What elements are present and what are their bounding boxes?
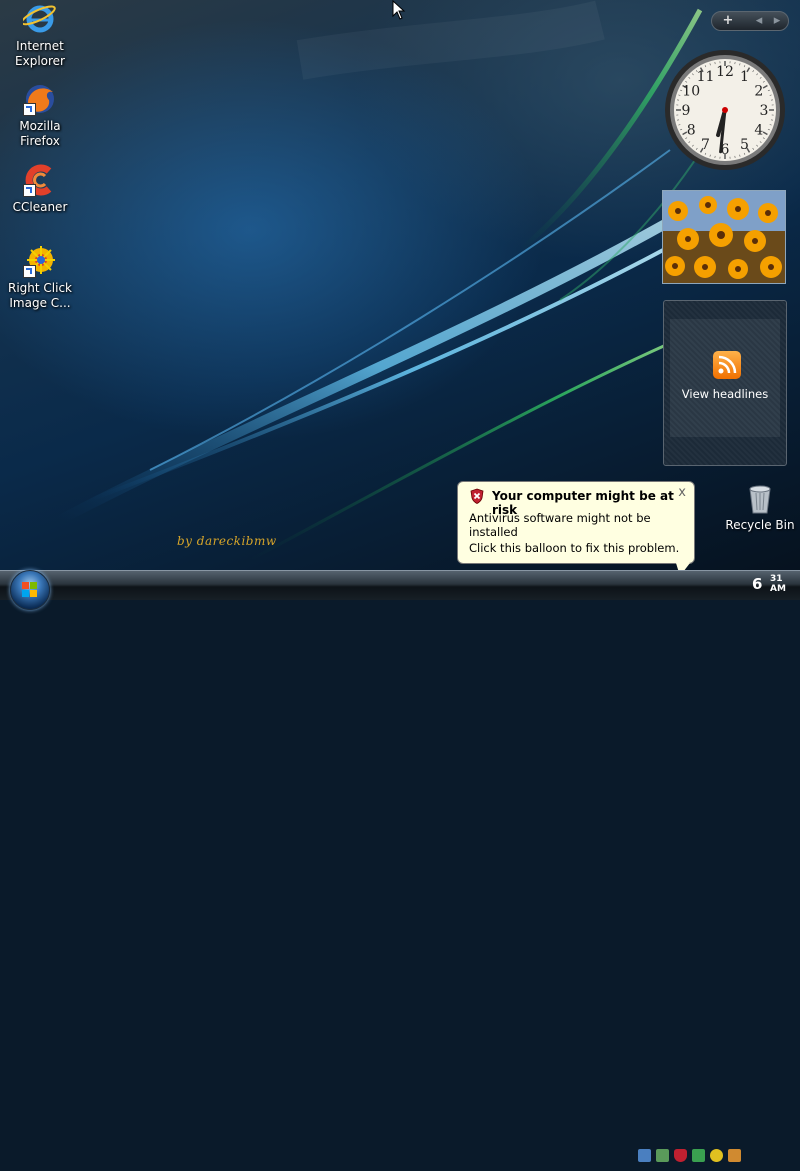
rss-icon — [713, 351, 741, 379]
wand-icon[interactable] — [728, 1149, 741, 1162]
slideshow-photo-flowers — [663, 191, 785, 283]
desktop-icon-right-click-image-converter[interactable]: Right Click Image C... — [0, 244, 80, 311]
clock-gadget[interactable]: 121234567891011 — [664, 49, 786, 171]
internet-explorer-icon — [23, 2, 57, 36]
slideshow-gadget[interactable] — [662, 190, 786, 284]
taskbar-clock[interactable]: 6 31 AM — [0, 571, 800, 601]
clock-number: 1 — [740, 69, 749, 85]
desktop-icon-label: CCleaner — [0, 200, 80, 215]
recycle-bin-icon — [747, 484, 773, 514]
desktop-icon-label: Right Click — [0, 281, 80, 296]
clock-number: 12 — [716, 64, 734, 80]
desktop-icon-recycle-bin[interactable]: Recycle Bin — [724, 484, 796, 532]
balloon-message: Antivirus software might not be installe… — [469, 511, 694, 539]
system-tray — [630, 1143, 800, 1171]
clock-face: 121234567891011 — [664, 49, 786, 171]
desktop-icon-label: Internet — [0, 39, 80, 54]
clock-hour: 6 — [752, 575, 762, 593]
network-icon[interactable] — [638, 1149, 651, 1162]
taskbar: 6 31 AM — [0, 570, 800, 600]
clock-number: 10 — [682, 84, 700, 100]
clock-number: 3 — [760, 103, 769, 119]
balloon-close-button[interactable]: x — [678, 485, 686, 500]
clock-number: 2 — [754, 84, 763, 100]
security-shield-icon — [469, 488, 485, 504]
watermark-text: by dareckibmw — [177, 534, 277, 548]
recycle-bin-label: Recycle Bin — [724, 518, 796, 532]
sidebar-gadget-controls: + ◂ ▸ — [711, 11, 789, 31]
feed-headlines-gadget[interactable]: View headlines — [663, 300, 787, 466]
clock-number: 9 — [682, 103, 691, 119]
clock-center — [722, 107, 728, 113]
balloon-action-text: Click this balloon to fix this problem. — [469, 541, 679, 555]
desktop-icon-internet-explorer[interactable]: Internet Explorer — [0, 2, 80, 69]
next-page-button[interactable]: ▸ — [768, 12, 786, 30]
display-icon[interactable] — [656, 1149, 669, 1162]
desktop-icon-label: Explorer — [0, 54, 80, 69]
firefox-icon — [23, 82, 57, 116]
clock-number: 11 — [697, 69, 715, 85]
desktop: Internet Explorer Mozilla Firefox CClean… — [0, 0, 800, 570]
windows-start-icon[interactable] — [10, 570, 50, 610]
right-click-image-converter-icon — [23, 244, 57, 278]
desktop-icon-label: Mozilla Firefox — [0, 119, 80, 149]
balloon-pointer — [676, 563, 690, 570]
update-icon[interactable] — [692, 1149, 705, 1162]
clock-number: 7 — [701, 137, 710, 153]
app-s-icon[interactable] — [710, 1149, 723, 1162]
view-headlines-link[interactable]: View headlines — [664, 387, 786, 401]
add-gadget-button[interactable]: + — [718, 12, 738, 30]
previous-page-button[interactable]: ◂ — [750, 12, 768, 30]
clock-minutes: 31 — [770, 574, 783, 584]
desktop-icon-mozilla-firefox[interactable]: Mozilla Firefox — [0, 82, 80, 149]
desktop-icon-ccleaner[interactable]: CCleaner — [0, 163, 80, 215]
clock-ampm: AM — [770, 584, 786, 594]
security-notification-balloon[interactable]: Your computer might be at risk x Antivir… — [457, 481, 695, 564]
desktop-icon-label: Image C... — [0, 296, 80, 311]
security-alert-icon[interactable] — [674, 1149, 687, 1162]
clock-number: 5 — [740, 137, 749, 153]
mouse-cursor-icon — [392, 0, 406, 24]
clock-number: 8 — [687, 123, 696, 139]
ccleaner-icon — [23, 163, 57, 197]
clock-number: 4 — [754, 123, 763, 139]
